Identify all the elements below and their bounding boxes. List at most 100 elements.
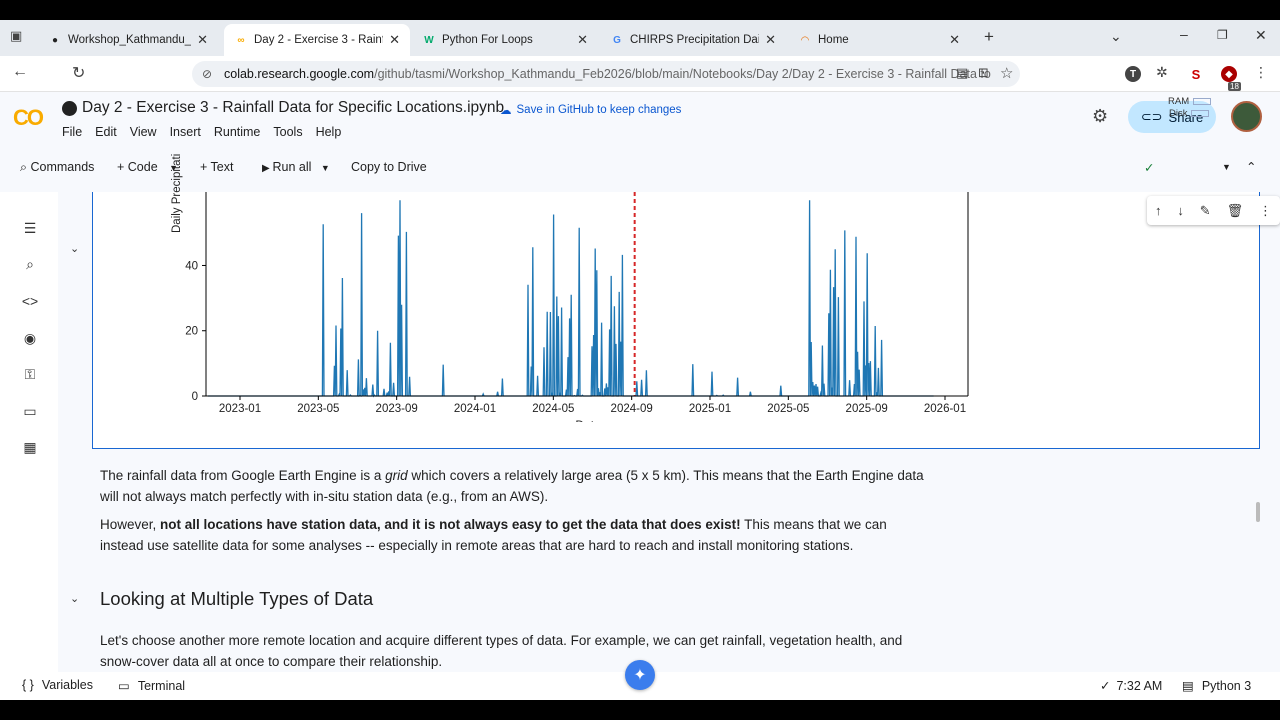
paragraph-station: However, not all locations have station … <box>100 517 887 553</box>
add-code-button[interactable]: + Code ▼ <box>117 160 178 174</box>
tab-strip: ▣ ●Workshop_Kathmandu_Feb2026✕ ∞Day 2 - … <box>0 20 1280 56</box>
collapse-header-icon[interactable]: ⌃ <box>1246 159 1256 174</box>
ram-disk-indicator[interactable]: RAM Disk <box>1168 96 1212 120</box>
disk-bar <box>1191 109 1210 117</box>
variables-button[interactable]: { } Variables <box>22 678 93 692</box>
url-bar[interactable]: ⊘ colab.research.google.com/github/tasmi… <box>192 61 1020 87</box>
exec-time[interactable]: ✓ 7:32 AM <box>1100 678 1162 694</box>
precipitation-chart: 0 20 40 2023-01 2023-05 2023-09 2024-01 2024-05… <box>185 192 969 422</box>
reload-icon[interactable]: ↻ <box>72 63 85 83</box>
tab-exercise[interactable]: ∞Day 2 - Exercise 3 - Rainfall Data✕ <box>224 24 410 56</box>
tab-home[interactable]: ◠ Home ✕ <box>788 24 970 56</box>
table-of-contents-icon[interactable]: ☰ <box>21 219 39 237</box>
move-up-icon[interactable]: ↑ <box>1155 203 1162 218</box>
x-tick-label: 2025-05 <box>767 403 809 415</box>
connected-check-icon: ✓ <box>1144 161 1155 175</box>
tab-search-icon[interactable]: ▣ <box>10 28 22 44</box>
colab-icon: ∞ <box>237 34 245 46</box>
menu-insert[interactable]: Insert <box>170 125 201 139</box>
add-text-button[interactable]: + Text <box>200 160 233 174</box>
runtime-menu-icon[interactable]: ▼ <box>1222 162 1231 172</box>
close-icon[interactable]: ✕ <box>389 32 400 48</box>
menu-tools[interactable]: Tools <box>273 125 302 139</box>
tab-python-loops[interactable]: W Python For Loops ✕ <box>412 24 598 56</box>
braces-icon: { } <box>22 678 34 692</box>
colab-logo[interactable]: CO <box>13 105 44 131</box>
play-icon: ▶ <box>262 163 273 174</box>
bookmark-star-icon[interactable]: ☆ <box>1000 64 1013 82</box>
avatar[interactable] <box>1231 101 1262 132</box>
y-tick-label: 0 <box>192 391 198 403</box>
close-icon[interactable]: ✕ <box>765 32 776 48</box>
tab-workshop[interactable]: ●Workshop_Kathmandu_Feb2026✕ <box>38 24 218 56</box>
menu-help[interactable]: Help <box>316 125 342 139</box>
tab-list-icon[interactable]: ⌄ <box>1110 28 1122 45</box>
install-icon[interactable]: ⊡ <box>978 65 989 81</box>
cloud-off-icon: ☁ <box>500 105 512 117</box>
move-down-icon[interactable]: ↓ <box>1177 203 1184 218</box>
browser-window: ▣ ●Workshop_Kathmandu_Feb2026✕ ∞Day 2 - … <box>0 20 1280 700</box>
data-table-icon[interactable]: ▦ <box>21 438 39 456</box>
extensions-icon[interactable]: ✲ <box>1156 64 1168 81</box>
x-tick-label: 2026-01 <box>924 403 966 415</box>
delete-icon[interactable]: 🗑 <box>1227 203 1244 219</box>
chevron-down-icon[interactable]: ▼ <box>321 163 330 173</box>
s-extension-icon[interactable]: S <box>1188 66 1204 82</box>
y-tick-label: 40 <box>185 260 198 272</box>
menu-file[interactable]: File <box>62 125 82 139</box>
x-tick-label: 2024-05 <box>532 403 574 415</box>
home-favicon-icon: ◠ <box>801 34 809 46</box>
toolbar: ⌕ Commands + Code ▼ + Text ▶ Run all ▼ C… <box>0 150 1280 186</box>
minimize-icon[interactable]: – <box>1180 26 1188 42</box>
menu-runtime[interactable]: Runtime <box>214 125 261 139</box>
ublock-icon[interactable]: ◆ <box>1221 66 1237 82</box>
colab-header: CO Day 2 - Exercise 3 - Rainfall Data fo… <box>0 92 1280 192</box>
back-icon[interactable]: ← <box>12 63 28 81</box>
code-snippets-icon[interactable]: <> <box>21 292 39 310</box>
terminal-button[interactable]: ▭ Terminal <box>118 678 185 694</box>
notebook-content: ⌄ ⋯ 020402023-012023-052023-092024-01202… <box>58 154 1280 672</box>
cell-more-icon[interactable]: ⋮ <box>1259 203 1272 219</box>
run-all-button[interactable]: ▶ Run all ▼ <box>262 160 330 174</box>
site-info-icon[interactable]: ⊘ <box>202 67 212 81</box>
x-tick-label: 2025-09 <box>846 403 888 415</box>
profile-t-icon[interactable]: T <box>1125 66 1141 82</box>
reader-icon[interactable]: ▤ <box>956 65 968 81</box>
edit-pencil-icon[interactable]: ✎ <box>1200 203 1211 219</box>
save-github-link[interactable]: ☁ Save in GitHub to keep changes <box>500 103 681 117</box>
close-icon[interactable]: ✕ <box>197 32 208 48</box>
precipitation-series-line <box>208 200 934 398</box>
x-tick-label: 2024-01 <box>454 403 496 415</box>
menu-bar: File Edit View Insert Runtime Tools Help <box>62 125 354 139</box>
close-icon[interactable]: ✕ <box>949 32 960 48</box>
settings-gear-icon[interactable]: ⚙ <box>1092 106 1108 127</box>
y-tick-label: 20 <box>185 326 198 338</box>
close-icon[interactable]: ✕ <box>577 32 588 48</box>
commands-button[interactable]: ⌕ Commands <box>20 160 94 175</box>
output-cell[interactable]: 0 20 40 2023-01 2023-05 2023-09 2024-01 2024-05… <box>92 154 1280 449</box>
scrollbar-thumb[interactable] <box>1256 502 1260 522</box>
menu-view[interactable]: View <box>130 125 157 139</box>
restore-icon[interactable]: ❐ <box>1217 28 1228 42</box>
more-icon[interactable]: ⋮ <box>1254 64 1268 81</box>
find-icon[interactable]: ⌕ <box>21 255 39 273</box>
gemini-icon[interactable]: ✦ <box>625 660 655 690</box>
secrets-key-icon[interactable]: ⚿ <box>21 365 39 383</box>
variables-inspector-icon[interactable]: ◉ <box>21 329 39 347</box>
menu-edit[interactable]: Edit <box>95 125 117 139</box>
tab-chirps[interactable]: GCHIRPS Precipitation Daily: Clim✕ <box>600 24 786 56</box>
files-folder-icon[interactable]: ▭ <box>21 402 39 420</box>
x-tick-label: 2024-09 <box>611 403 653 415</box>
x-tick-label: 2023-01 <box>219 403 261 415</box>
notebook-title[interactable]: Day 2 - Exercise 3 - Rainfall Data for S… <box>62 99 504 117</box>
x-tick-label: 2023-05 <box>297 403 339 415</box>
runtime-type[interactable]: ▤ Python 3 <box>1182 678 1251 694</box>
x-tick-label: 2025-01 <box>689 403 731 415</box>
collapse-output-icon[interactable]: ⌄ <box>70 242 79 255</box>
section-collapse-icon[interactable]: ⌄ <box>70 592 79 605</box>
copy-to-drive-button[interactable]: Copy to Drive <box>351 160 427 174</box>
github-icon: ● <box>51 34 59 46</box>
side-rail: ☰ ⌕ <> ◉ ⚿ ▭ ▦ <box>0 192 58 672</box>
new-tab-icon[interactable]: + <box>984 27 994 47</box>
window-close-icon[interactable]: ✕ <box>1255 27 1267 44</box>
